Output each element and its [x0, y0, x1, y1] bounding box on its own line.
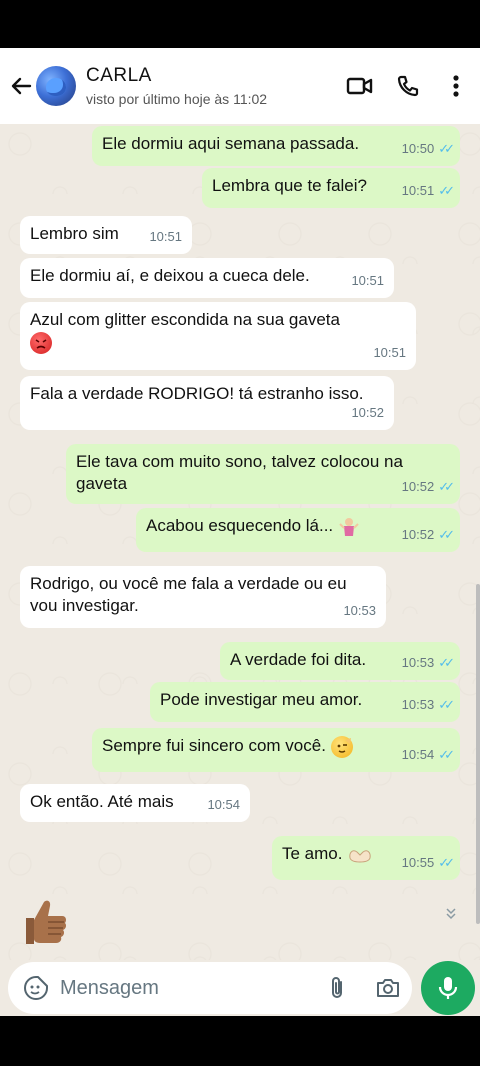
message-time: 10:52 ✓✓	[402, 524, 455, 546]
message-text: Fala a verdade RODRIGO! tá estranho isso…	[30, 384, 364, 403]
message-bubble[interactable]: Te amo. 10:55 ✓✓	[272, 836, 460, 880]
contact-name: CARLA	[86, 65, 152, 86]
voice-message-button[interactable]	[421, 961, 475, 1015]
read-ticks-icon: ✓✓	[438, 527, 455, 542]
video-call-icon[interactable]	[336, 62, 384, 110]
message-time: 10:54	[207, 797, 240, 812]
message-input[interactable]	[60, 976, 300, 1000]
read-ticks-icon: ✓✓	[438, 183, 455, 198]
message-time: 10:53 ✓✓	[402, 694, 455, 716]
thumbs-up-emoji[interactable]	[20, 896, 68, 948]
message-bubble[interactable]: A verdade foi dita. 10:53 ✓✓	[220, 642, 460, 680]
message-text: Azul com glitter escondida na sua gaveta	[20, 302, 416, 354]
read-ticks-icon: ✓✓	[438, 697, 455, 712]
read-ticks-icon: ✓✓	[438, 479, 455, 494]
contact-avatar[interactable]	[36, 66, 76, 106]
message-time: 10:51	[149, 229, 182, 244]
status-bar	[0, 0, 480, 48]
message-time: 10:52	[351, 405, 384, 420]
message-bubble[interactable]: Ele dormiu aí, e deixou a cueca dele. 10…	[20, 258, 394, 298]
voice-call-icon[interactable]	[384, 62, 432, 110]
message-bubble[interactable]: Pode investigar meu amor. 10:53 ✓✓	[150, 682, 460, 722]
scrollbar[interactable]	[476, 584, 480, 924]
message-bubble[interactable]: Ele dormiu aqui semana passada. 10:50 ✓✓	[92, 126, 460, 166]
contact-info[interactable]: CARLA visto por último hoje às 11:02	[86, 65, 336, 107]
microphone-icon	[438, 977, 458, 999]
message-bubble[interactable]: Ok então. Até mais 10:54	[20, 784, 250, 822]
chat-header: CARLA visto por último hoje às 11:02	[0, 48, 480, 124]
read-ticks-icon: ✓✓	[438, 655, 455, 670]
message-bubble[interactable]: Lembro sim 10:51	[20, 216, 192, 254]
message-text: Ele dormiu aí, e deixou a cueca dele.	[30, 266, 310, 285]
heart-hands-emoji	[347, 844, 371, 866]
back-arrow-icon[interactable]	[6, 66, 36, 106]
read-ticks-icon: ✓✓	[438, 141, 455, 156]
sticker-icon[interactable]	[22, 974, 50, 1002]
shrug-emoji	[338, 516, 360, 538]
message-time: 10:53	[343, 603, 376, 618]
message-time: 10:51	[373, 345, 406, 360]
message-bubble[interactable]: Acabou esquecendo lá... 10:52 ✓✓	[136, 508, 460, 552]
message-time: 10:55 ✓✓	[402, 852, 455, 874]
saluting-face-emoji	[330, 735, 353, 758]
message-time: 10:51 ✓✓	[402, 180, 455, 202]
scroll-down-chevron-icon[interactable]	[444, 906, 458, 923]
attach-icon[interactable]	[320, 968, 354, 1008]
message-time: 10:51	[351, 273, 384, 288]
camera-icon[interactable]	[368, 968, 408, 1008]
message-bubble[interactable]: Fala a verdade RODRIGO! tá estranho isso…	[20, 376, 394, 430]
message-input-container[interactable]	[8, 962, 412, 1014]
message-time: 10:54 ✓✓	[402, 744, 455, 766]
message-text: Rodrigo, ou você me fala a verdade ou eu…	[30, 574, 347, 615]
navigation-bar	[0, 1016, 480, 1066]
message-bubble[interactable]: Rodrigo, ou você me fala a verdade ou eu…	[20, 566, 386, 628]
last-seen-status: visto por último hoje às 11:02	[86, 91, 268, 107]
message-time: 10:50 ✓✓	[402, 138, 455, 160]
read-ticks-icon: ✓✓	[438, 855, 455, 870]
composer-bar	[0, 960, 480, 1016]
message-time: 10:53 ✓✓	[402, 652, 455, 674]
more-options-icon[interactable]	[432, 62, 480, 110]
chat-area[interactable]: Ele dormiu aqui semana passada. 10:50 ✓✓ …	[0, 124, 480, 960]
read-ticks-icon: ✓✓	[438, 747, 455, 762]
message-bubble[interactable]: Azul com glitter escondida na sua gaveta…	[20, 302, 416, 370]
message-time: 10:52 ✓✓	[402, 476, 455, 498]
message-bubble[interactable]: Ele tava com muito sono, talvez colocou …	[66, 444, 460, 504]
message-bubble[interactable]: Sempre fui sincero com você. 10:54 ✓✓	[92, 728, 460, 772]
angry-face-emoji	[30, 331, 52, 354]
message-bubble[interactable]: Lembra que te falei? 10:51 ✓✓	[202, 168, 460, 208]
